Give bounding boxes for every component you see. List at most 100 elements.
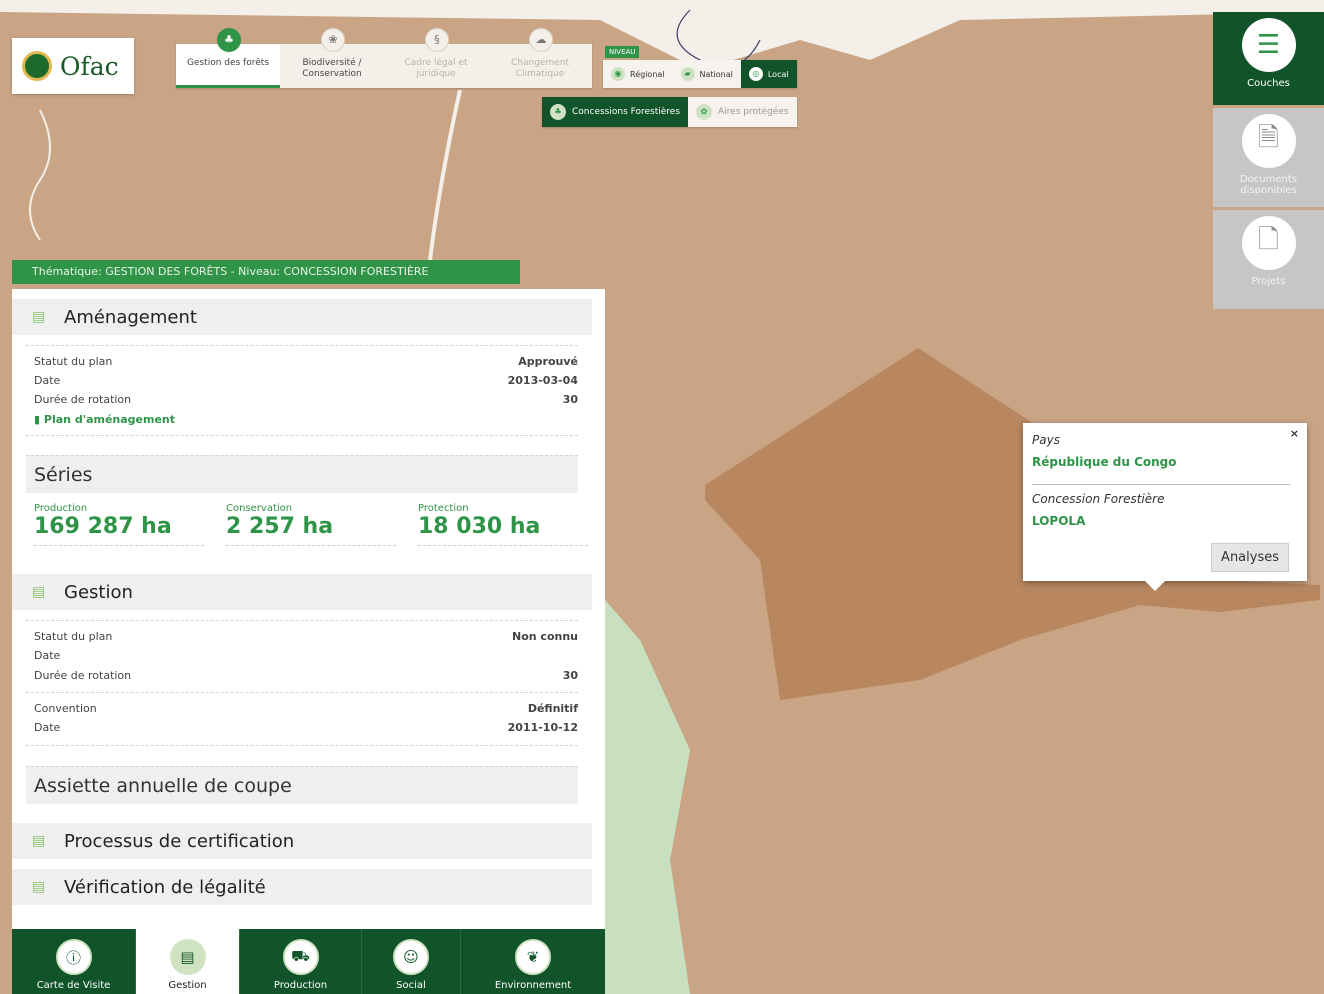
popup-divider (1032, 484, 1290, 485)
environment-icon: ❦ (515, 939, 551, 975)
niveau-option-label: National (699, 69, 733, 79)
management-icon: ▤ (169, 939, 206, 975)
row-label: Convention (34, 702, 97, 715)
popup-concession-label: Concession Forestière (1032, 492, 1165, 506)
row-value: Non connu (512, 630, 578, 643)
assiette-header: Assiette annuelle de coupe (26, 766, 578, 804)
serie-value: 2 257 ha (226, 514, 396, 546)
amenagement-header[interactable]: ▤ Aménagement (12, 299, 592, 335)
serie-label: Conservation (226, 503, 293, 514)
documents-button[interactable]: 🗎 Documents disponibles (1213, 108, 1324, 207)
tab-label: Biodiversité / Conservation (302, 58, 362, 79)
card-icon: ⓘ (55, 939, 92, 975)
projets-label: Projets (1251, 276, 1286, 287)
legalite-title: Vérification de légalité (64, 876, 266, 898)
gestion-header[interactable]: ▤ Gestion (12, 574, 592, 610)
sub-filter-label: Concessions Forestières (572, 107, 681, 117)
row-label: Date (34, 649, 61, 662)
convention-row: Convention Définitif (34, 702, 578, 715)
close-icon[interactable]: × (1290, 427, 1299, 440)
row-label: Statut du plan (34, 630, 113, 643)
projects-icon: 🗋 (1241, 216, 1296, 270)
certification-title: Processus de certification (64, 830, 295, 852)
serie-protection: Protection 18 030 ha (418, 503, 588, 546)
nav-environnement[interactable]: ❦ Environnement (461, 929, 605, 994)
gestion-row-date: Date (34, 649, 578, 662)
info-popup: × Pays République du Congo Concession Fo… (1023, 423, 1307, 591)
row-value: Approuvé (518, 355, 578, 368)
social-icon: ☺ (393, 939, 429, 975)
biodiversity-icon: ❀ (321, 28, 345, 52)
serie-conservation: Conservation 2 257 ha (226, 503, 396, 546)
niveau-local-button[interactable]: ◎ Local (740, 60, 797, 88)
row-value: Définitif (527, 702, 578, 715)
niveau-option-label: Régional (630, 69, 665, 79)
tab-label: Changement Climatique (511, 58, 569, 79)
gestion-title: Gestion (64, 581, 133, 603)
regional-icon: ◉ (611, 67, 625, 81)
certification-header[interactable]: ▤ Processus de certification (12, 823, 592, 859)
plan-amenagement-link[interactable]: ▮ Plan d'aménagement (34, 413, 175, 426)
divider (26, 745, 578, 746)
projets-button[interactable]: 🗋 Projets (1213, 210, 1324, 309)
divider (26, 435, 578, 436)
nav-social[interactable]: ☺ Social (362, 929, 461, 994)
layers-icon: ☰ (1241, 18, 1296, 72)
popup-concession-value: LOPOLA (1032, 514, 1086, 528)
logo-text: Ofac (60, 51, 119, 81)
serie-label: Protection (418, 503, 469, 514)
serie-production: Production 169 287 ha (34, 503, 204, 546)
tab-changement-climatique[interactable]: ☁ Changement Climatique (488, 28, 592, 88)
theme-tabs: ♣ Gestion des forêts ❀ Biodiversité / Co… (176, 28, 592, 88)
popup-pays-value: République du Congo (1032, 455, 1177, 469)
couches-button[interactable]: ☰ Couches (1213, 12, 1324, 105)
legalite-header[interactable]: ▤ Vérification de légalité (12, 869, 592, 905)
aires-protegees-button[interactable]: ✿ Aires protégées (688, 97, 797, 127)
nav-production[interactable]: ⛟ Production (240, 929, 362, 994)
row-label: Date (34, 374, 61, 387)
gestion-row-statut: Statut du plan Non connu (34, 630, 578, 643)
row-value: 30 (562, 393, 578, 406)
amenagement-row-rotation: Durée de rotation 30 (34, 393, 578, 406)
row-value: 30 (562, 669, 578, 682)
nav-carte-de-visite[interactable]: ⓘ Carte de Visite (12, 929, 136, 994)
sub-filter-label: Aires protégées (718, 107, 789, 117)
seal-icon (22, 51, 52, 81)
nav-gestion[interactable]: ▤ Gestion (136, 929, 240, 994)
info-panel: ▤ Aménagement Statut du plan Approuvé Da… (12, 289, 605, 929)
analyses-button[interactable]: Analyses (1211, 543, 1289, 572)
concession-icon: ♣ (550, 104, 566, 120)
nav-label: Gestion (168, 980, 207, 991)
tab-label: Cadre légal et juridique (404, 58, 468, 79)
local-icon: ◎ (748, 67, 763, 81)
convention-date-row: Date 2011-10-12 (34, 721, 578, 734)
document-icon: ▤ (32, 584, 46, 600)
row-label: Date (34, 721, 61, 734)
legal-icon: § (425, 28, 449, 52)
amenagement-row-date: Date 2013-03-04 (34, 374, 578, 387)
niveau-option-label: Local (767, 69, 789, 79)
concessions-forestieres-button[interactable]: ♣ Concessions Forestières (542, 97, 689, 127)
tab-gestion-forets[interactable]: ♣ Gestion des forêts (176, 28, 280, 88)
bottom-nav: ⓘ Carte de Visite ▤ Gestion ⛟ Production… (12, 929, 605, 994)
nav-label: Production (273, 980, 328, 991)
row-value: 2013-03-04 (507, 374, 578, 387)
niveau-national-button[interactable]: ▰ National (673, 60, 741, 88)
nav-label: Carte de Visite (36, 980, 111, 991)
climate-icon: ☁ (529, 28, 553, 52)
niveau-label: NIVEAU (605, 46, 640, 58)
file-icon: ▮ (34, 413, 41, 426)
tab-label: Gestion des forêts (186, 58, 270, 68)
row-label: Statut du plan (34, 355, 113, 368)
tab-biodiversite[interactable]: ❀ Biodiversité / Conservation (280, 28, 384, 88)
serie-label: Production (34, 503, 88, 514)
forest-icon: ♣ (217, 28, 241, 52)
serie-value: 169 287 ha (34, 514, 204, 546)
document-icon: ▤ (32, 879, 46, 895)
divider (26, 692, 578, 693)
document-icon: ▤ (32, 833, 46, 849)
ofac-logo[interactable]: Ofac (12, 38, 134, 94)
niveau-regional-button[interactable]: ◉ Régional (603, 60, 673, 88)
gestion-row-rotation: Durée de rotation 30 (34, 669, 578, 682)
tab-cadre-legal[interactable]: § Cadre légal et juridique (384, 28, 488, 88)
